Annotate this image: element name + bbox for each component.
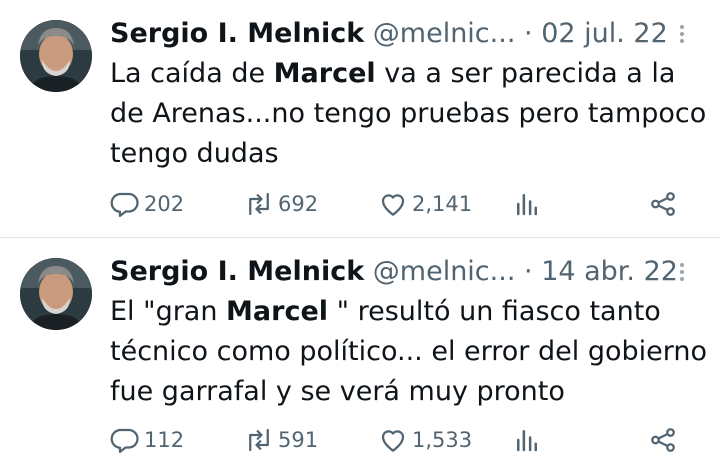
tweet-actions: 202 692 2,141: [110, 186, 690, 222]
tweet-header: Sergio I. Melnick @melnic... · 02 jul. 2…: [110, 16, 700, 52]
like-count: 1,533: [412, 428, 473, 452]
avatar[interactable]: [20, 258, 92, 330]
share-icon: [651, 192, 675, 216]
tweet[interactable]: Sergio I. Melnick @melnic... · 14 abr. 2…: [0, 238, 720, 462]
retweet-button[interactable]: 692: [244, 186, 318, 222]
tweet-header: Sergio I. Melnick @melnic... · 14 abr. 2…: [110, 254, 700, 290]
author-handle[interactable]: @melnic...: [373, 256, 516, 287]
reply-count: 112: [144, 428, 185, 452]
reply-count: 202: [144, 192, 185, 216]
share-button[interactable]: [648, 186, 678, 222]
avatar-image: [20, 258, 92, 330]
reply-button[interactable]: 112: [110, 422, 184, 458]
reply-icon: [110, 192, 139, 217]
separator: ·: [524, 18, 533, 49]
like-button[interactable]: 2,141: [378, 186, 472, 222]
tweet-date[interactable]: 02 jul. 22: [541, 18, 668, 49]
highlight-term: Marcel: [226, 296, 329, 327]
heart-icon: [381, 430, 405, 452]
retweet-icon: [249, 428, 269, 452]
like-count: 2,141: [412, 192, 473, 216]
separator: ·: [524, 256, 533, 287]
author-handle[interactable]: @melnic...: [373, 18, 516, 49]
share-icon: [651, 428, 675, 452]
text-part: El "gran: [110, 296, 227, 327]
retweet-count: 692: [278, 192, 319, 216]
text-part: La caída de: [110, 58, 274, 89]
views-icon: [517, 194, 537, 216]
tweet-date[interactable]: 14 abr. 22: [541, 256, 678, 287]
retweet-icon: [249, 192, 269, 216]
heart-icon: [381, 194, 405, 216]
avatar[interactable]: [20, 20, 92, 92]
tweet-actions: 112 591 1,533: [110, 422, 690, 458]
retweet-button[interactable]: 591: [244, 422, 318, 458]
more-icon[interactable]: [670, 260, 694, 290]
highlight-term: Marcel: [273, 58, 376, 89]
views-button[interactable]: [512, 422, 542, 458]
avatar-image: [20, 20, 92, 92]
tweet-text: El "gran Marcel " resultó un fiasco tant…: [110, 292, 710, 412]
more-icon[interactable]: [670, 22, 694, 52]
reply-button[interactable]: 202: [110, 186, 184, 222]
tweet-text: La caída de Marcel va a ser parecida a l…: [110, 54, 710, 174]
retweet-count: 591: [278, 428, 319, 452]
author-name[interactable]: Sergio I. Melnick: [110, 256, 364, 287]
author-name[interactable]: Sergio I. Melnick: [110, 18, 364, 49]
reply-icon: [110, 428, 139, 453]
share-button[interactable]: [648, 422, 678, 458]
tweet[interactable]: Sergio I. Melnick @melnic... · 02 jul. 2…: [0, 0, 720, 237]
like-button[interactable]: 1,533: [378, 422, 472, 458]
views-button[interactable]: [512, 186, 542, 222]
views-icon: [517, 430, 537, 452]
